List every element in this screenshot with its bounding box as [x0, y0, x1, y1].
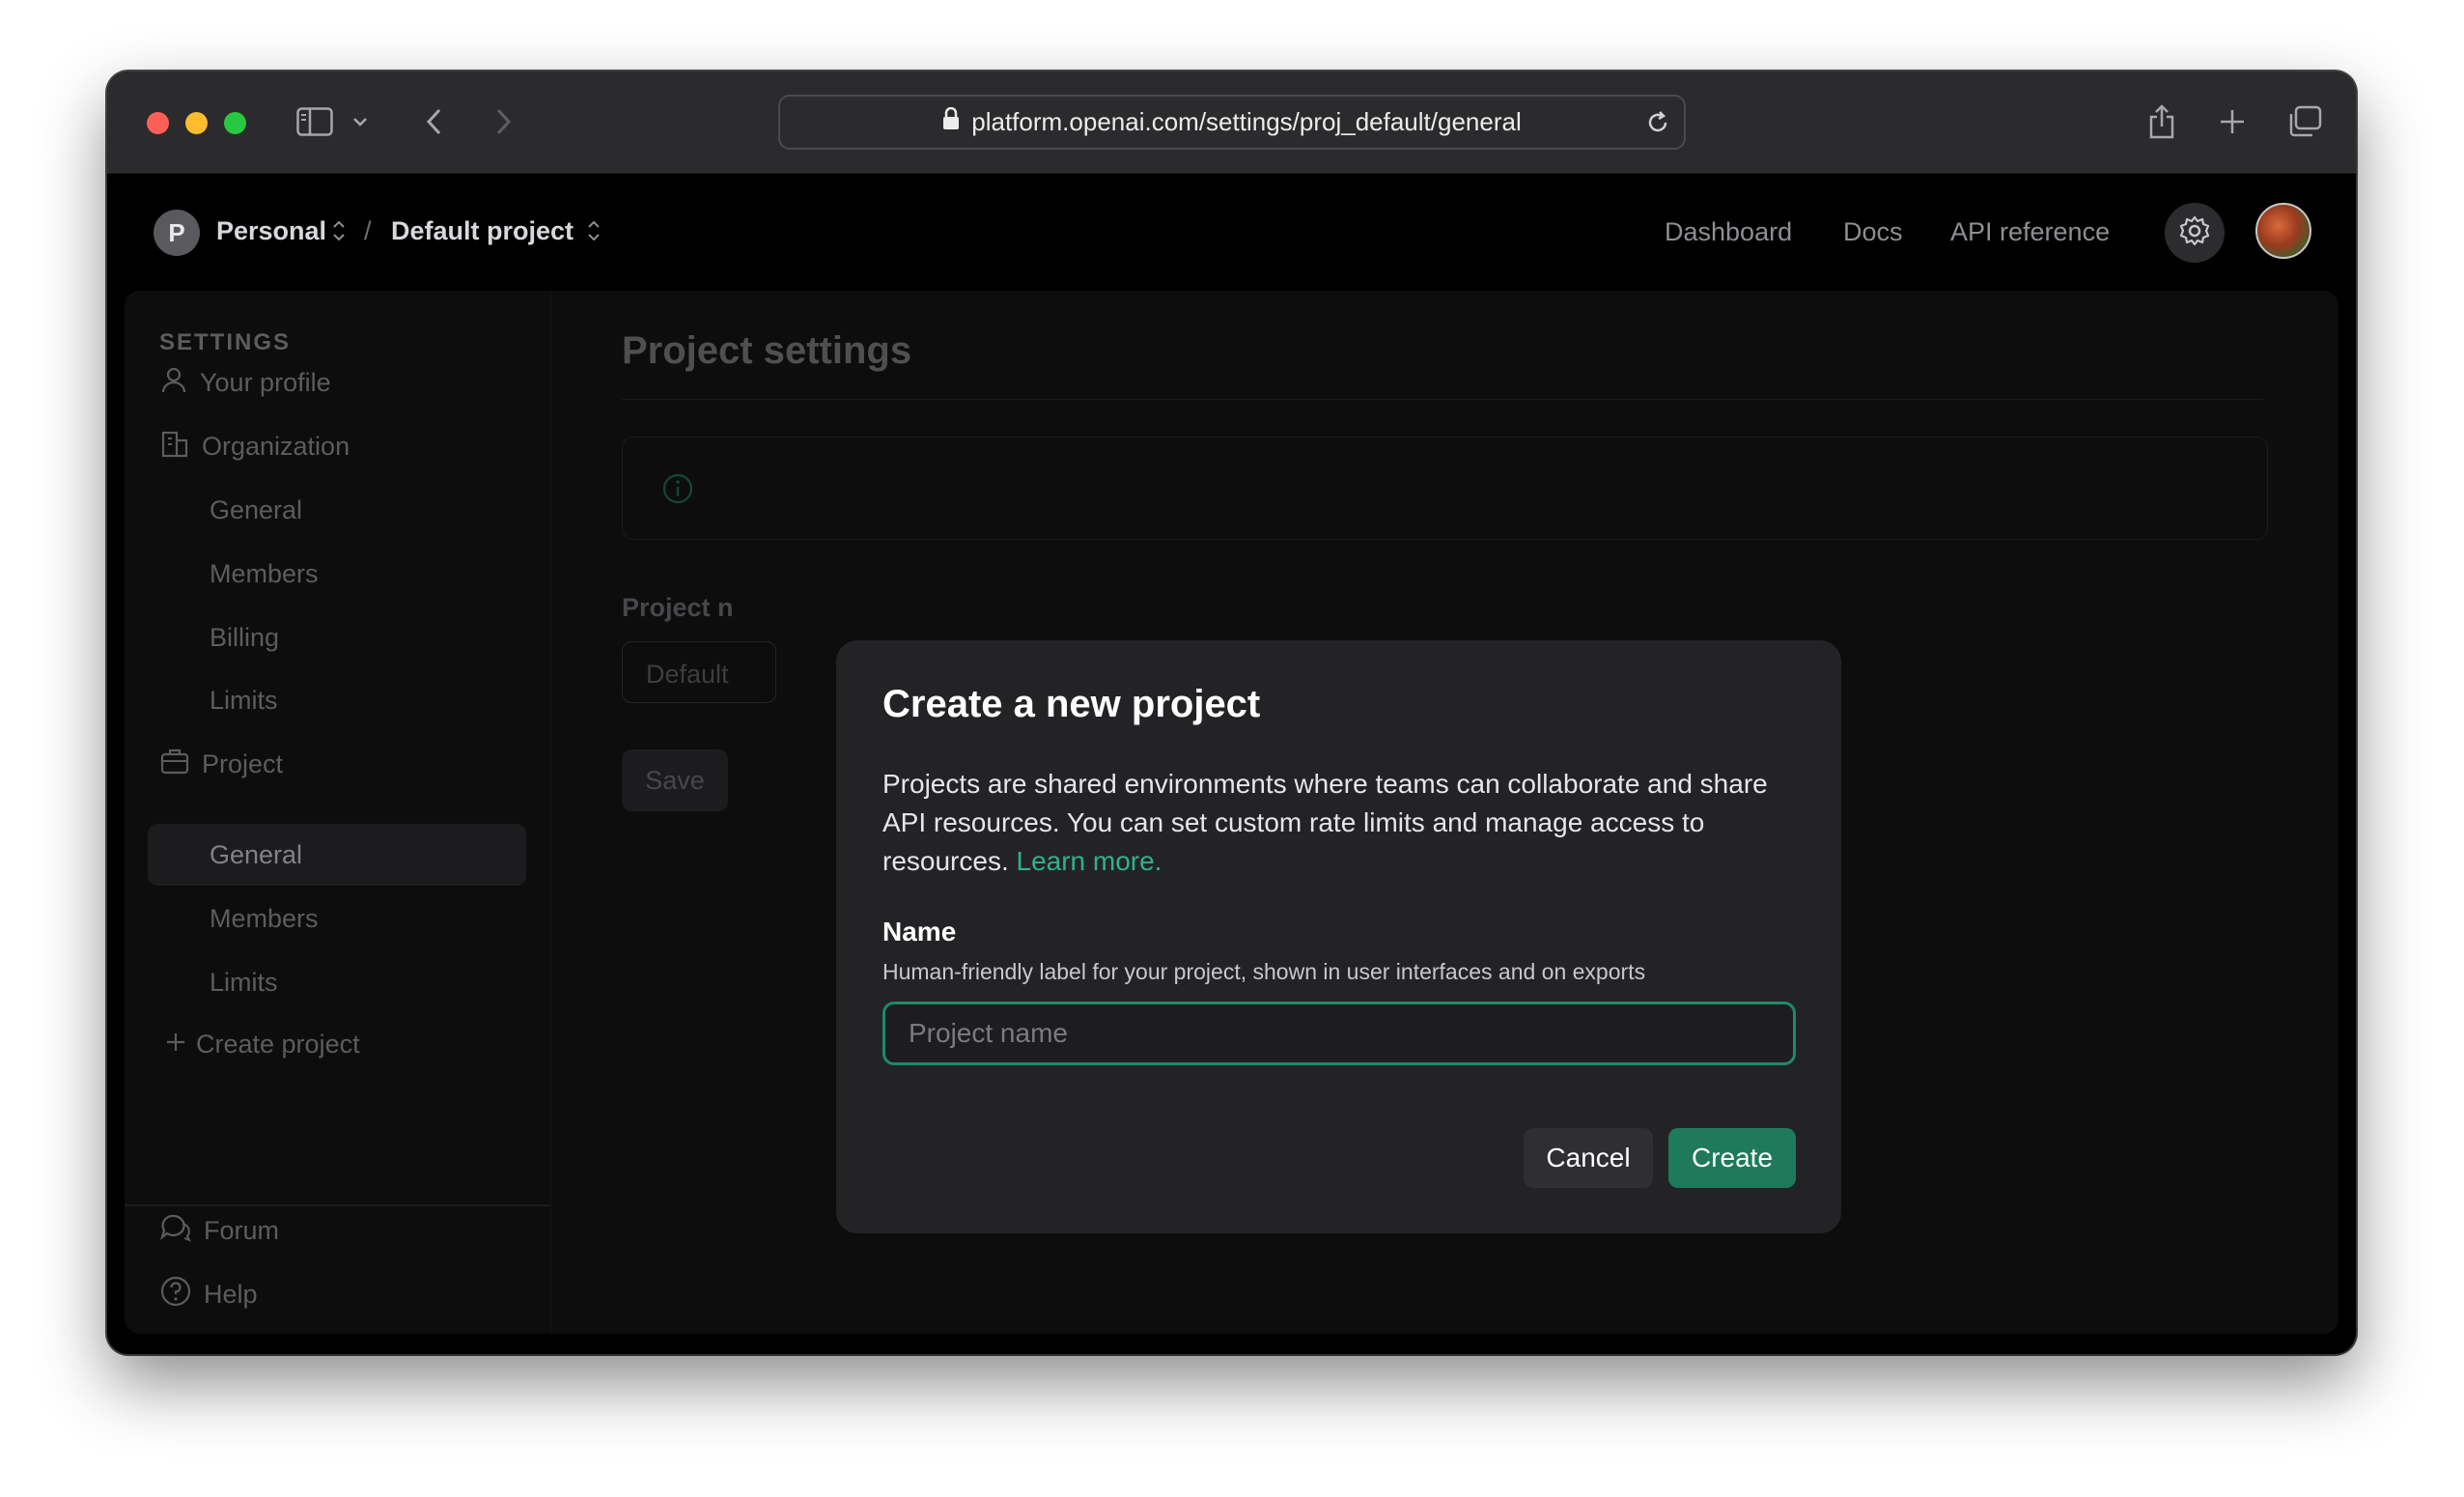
share-icon[interactable]	[2141, 100, 2183, 143]
name-field-label: Name	[882, 917, 957, 946]
new-tab-icon[interactable]	[2211, 100, 2254, 143]
minimize-window-button[interactable]	[185, 112, 208, 134]
nav-api-reference[interactable]: API reference	[1950, 217, 2110, 247]
tabs-overview-icon[interactable]	[2283, 100, 2326, 143]
org-avatar[interactable]: P	[154, 210, 200, 256]
learn-more-link[interactable]: Learn more.	[1017, 846, 1162, 876]
close-window-button[interactable]	[147, 112, 169, 134]
org-switcher[interactable]: Personal	[216, 216, 326, 246]
address-bar[interactable]: platform.openai.com/settings/proj_defaul…	[778, 95, 1686, 150]
project-switcher[interactable]: Default project	[391, 216, 574, 246]
nav-dashboard[interactable]: Dashboard	[1665, 217, 1792, 247]
browser-toolbar: platform.openai.com/settings/proj_defaul…	[107, 71, 2356, 174]
dialog-title: Create a new project	[882, 683, 1261, 725]
url-text: platform.openai.com/settings/proj_defaul…	[971, 107, 1522, 136]
page-content: P Personal / Default project Dashboard D…	[107, 174, 2356, 1354]
forward-icon[interactable]	[482, 100, 524, 143]
browser-window: platform.openai.com/settings/proj_defaul…	[107, 71, 2356, 1354]
reload-icon[interactable]	[1643, 108, 1672, 137]
settings-button[interactable]	[2165, 203, 2225, 263]
user-avatar[interactable]	[2255, 203, 2311, 259]
project-name-input[interactable]	[882, 1002, 1796, 1065]
create-project-dialog: Create a new project Projects are shared…	[836, 640, 1841, 1233]
lock-icon	[942, 106, 960, 137]
dialog-description-text: Projects are shared environments where t…	[882, 769, 1768, 876]
breadcrumb-separator: /	[364, 216, 372, 245]
zoom-window-button[interactable]	[224, 112, 246, 134]
sidebar-toggle-icon[interactable]	[294, 100, 336, 143]
nav-docs[interactable]: Docs	[1843, 217, 1903, 247]
create-button[interactable]: Create	[1668, 1128, 1796, 1188]
name-field-help: Human-friendly label for your project, s…	[882, 959, 1646, 984]
gear-icon	[2178, 214, 2211, 252]
project-switcher-chevron-icon[interactable]	[586, 218, 602, 243]
back-icon[interactable]	[413, 100, 456, 143]
chevron-down-icon[interactable]	[339, 100, 381, 143]
top-navigation: P Personal / Default project Dashboard D…	[107, 174, 2356, 284]
cancel-button[interactable]: Cancel	[1524, 1128, 1653, 1188]
dialog-description: Projects are shared environments where t…	[882, 765, 1800, 881]
org-switcher-chevron-icon[interactable]	[331, 218, 347, 243]
